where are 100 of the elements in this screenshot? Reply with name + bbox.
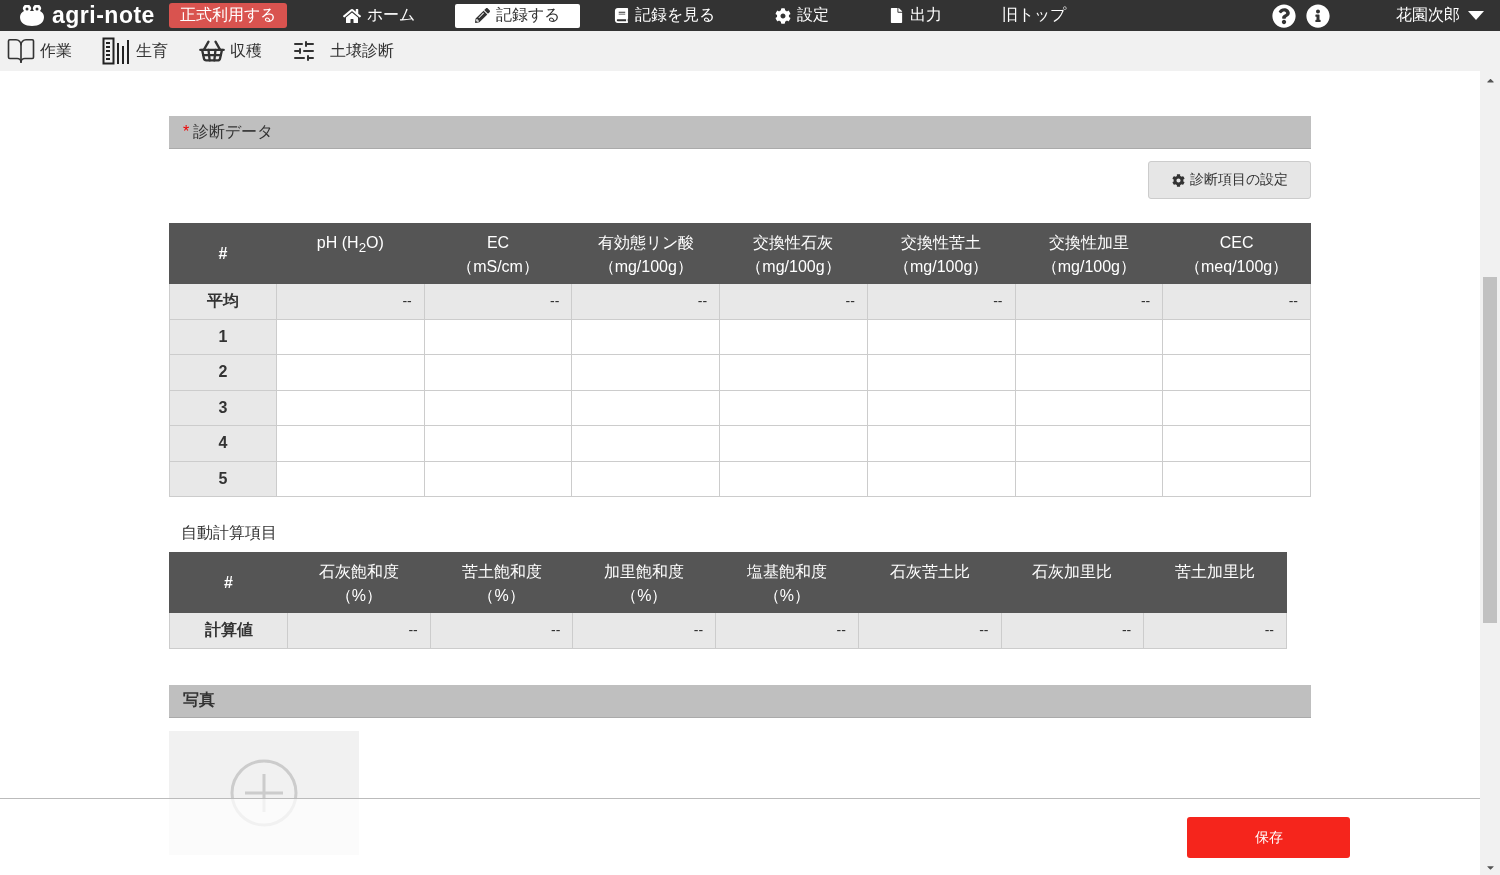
- help-icon[interactable]: [1272, 3, 1296, 28]
- table-cell: --: [424, 283, 572, 319]
- input-cell[interactable]: [276, 390, 425, 426]
- input-cell[interactable]: [867, 354, 1015, 390]
- table-header: 加里飽和度 （%）: [572, 552, 716, 613]
- nav-tab[interactable]: 記録を見る: [593, 3, 735, 28]
- table-header: EC （mS/cm）: [424, 223, 572, 284]
- scrollbar-thumb[interactable]: [1483, 277, 1497, 623]
- table-header: 交換性石灰 （mg/100g）: [719, 223, 868, 284]
- row-label: 計算値: [169, 612, 288, 648]
- table-header: pH (H$_{2}$O): [276, 223, 425, 284]
- table-header: #: [169, 552, 288, 613]
- save-button[interactable]: 保存: [1187, 817, 1350, 858]
- file-icon: [888, 8, 904, 23]
- input-cell[interactable]: [719, 390, 868, 426]
- subnav-item[interactable]: 土壌診断: [292, 39, 394, 63]
- input-cell[interactable]: [424, 319, 572, 355]
- nav-tab[interactable]: 出力: [868, 3, 962, 28]
- input-cell[interactable]: [1015, 461, 1163, 497]
- table-cell: --: [571, 283, 720, 319]
- section-label: 自動計算項目: [181, 523, 278, 543]
- row-label: 4: [169, 425, 277, 461]
- input-cell[interactable]: [424, 461, 572, 497]
- input-cell[interactable]: [571, 425, 720, 461]
- input-cell[interactable]: [719, 461, 868, 497]
- row-label: 1: [169, 319, 277, 355]
- input-cell[interactable]: [571, 354, 720, 390]
- info-icon[interactable]: [1306, 3, 1330, 28]
- table-cell: --: [719, 283, 868, 319]
- input-cell[interactable]: [571, 390, 720, 426]
- row-label: 5: [169, 461, 277, 497]
- table-header: #: [169, 223, 277, 284]
- input-cell[interactable]: [867, 461, 1015, 497]
- input-cell[interactable]: [867, 425, 1015, 461]
- table-header: 苦土加里比: [1143, 552, 1287, 613]
- table-cell: --: [276, 283, 425, 319]
- open-book-icon: [6, 36, 36, 66]
- table-cell: --: [572, 612, 716, 648]
- row-label: 平均: [169, 283, 277, 319]
- upgrade-button[interactable]: 正式利用する: [168, 3, 287, 28]
- table-header: 有効態リン酸 （mg/100g）: [571, 223, 720, 284]
- row-label: 3: [169, 390, 277, 426]
- section-title: 診断データ: [193, 121, 274, 142]
- subnav-item[interactable]: 生育: [102, 37, 168, 65]
- table-header: 石灰加里比: [1001, 552, 1144, 613]
- input-cell[interactable]: [276, 425, 425, 461]
- table-cell: --: [430, 612, 573, 648]
- input-cell[interactable]: [1162, 319, 1311, 355]
- table-cell: --: [287, 612, 431, 648]
- table-cell: --: [1001, 612, 1144, 648]
- table-header: 交換性苦土 （mg/100g）: [867, 223, 1015, 284]
- input-cell[interactable]: [571, 319, 720, 355]
- input-cell[interactable]: [719, 425, 868, 461]
- input-cell[interactable]: [1015, 425, 1163, 461]
- input-cell[interactable]: [276, 319, 425, 355]
- subnav-item[interactable]: 作業: [6, 36, 72, 66]
- nav-tab[interactable]: 設定: [754, 3, 849, 28]
- input-cell[interactable]: [424, 390, 572, 426]
- input-cell[interactable]: [719, 354, 868, 390]
- subnav-item[interactable]: 収穫: [198, 37, 262, 65]
- input-cell[interactable]: [1015, 354, 1163, 390]
- settings-icon: [774, 7, 791, 24]
- home-icon: [342, 6, 361, 25]
- input-cell[interactable]: [276, 354, 425, 390]
- input-cell[interactable]: [1162, 425, 1311, 461]
- table-cell: --: [715, 612, 859, 648]
- table-header: 塩基飽和度 （%）: [715, 552, 859, 613]
- input-cell[interactable]: [719, 319, 868, 355]
- input-cell[interactable]: [424, 425, 572, 461]
- nav-tab[interactable]: 記録する: [454, 3, 580, 28]
- frog-logo-icon: [18, 4, 46, 27]
- input-cell[interactable]: [424, 354, 572, 390]
- ruler-bars-icon: [102, 37, 132, 65]
- nav-tab[interactable]: ホーム: [322, 3, 435, 28]
- settings-button[interactable]: 診断項目の設定: [1148, 161, 1311, 199]
- caret-icon: [1468, 11, 1484, 20]
- table-header: 苦土飽和度 （%）: [430, 552, 573, 613]
- table-header: 石灰飽和度 （%）: [287, 552, 431, 613]
- pencil-icon: [474, 8, 490, 23]
- table-cell: --: [858, 612, 1001, 648]
- input-cell[interactable]: [1015, 319, 1163, 355]
- table-cell: --: [1143, 612, 1287, 648]
- user-menu[interactable]: 花園次郎: [1396, 5, 1484, 26]
- input-cell[interactable]: [1162, 461, 1311, 497]
- input-cell[interactable]: [1162, 390, 1311, 426]
- input-cell[interactable]: [276, 461, 425, 497]
- input-cell[interactable]: [1162, 354, 1311, 390]
- input-cell[interactable]: [571, 461, 720, 497]
- section-title: 写真: [183, 690, 215, 710]
- table-header: CEC （meq/100g）: [1162, 223, 1311, 284]
- book-icon: [613, 8, 629, 23]
- input-cell[interactable]: [867, 319, 1015, 355]
- nav-tab[interactable]: 旧トップ: [981, 3, 1086, 28]
- input-cell[interactable]: [1015, 390, 1163, 426]
- input-cell[interactable]: [867, 390, 1015, 426]
- required-mark: *: [183, 123, 190, 141]
- app-logo[interactable]: agri-note: [52, 2, 155, 29]
- sliders-icon: [292, 39, 316, 63]
- settings-icon: [1171, 173, 1185, 187]
- scrollbar[interactable]: [1480, 71, 1500, 875]
